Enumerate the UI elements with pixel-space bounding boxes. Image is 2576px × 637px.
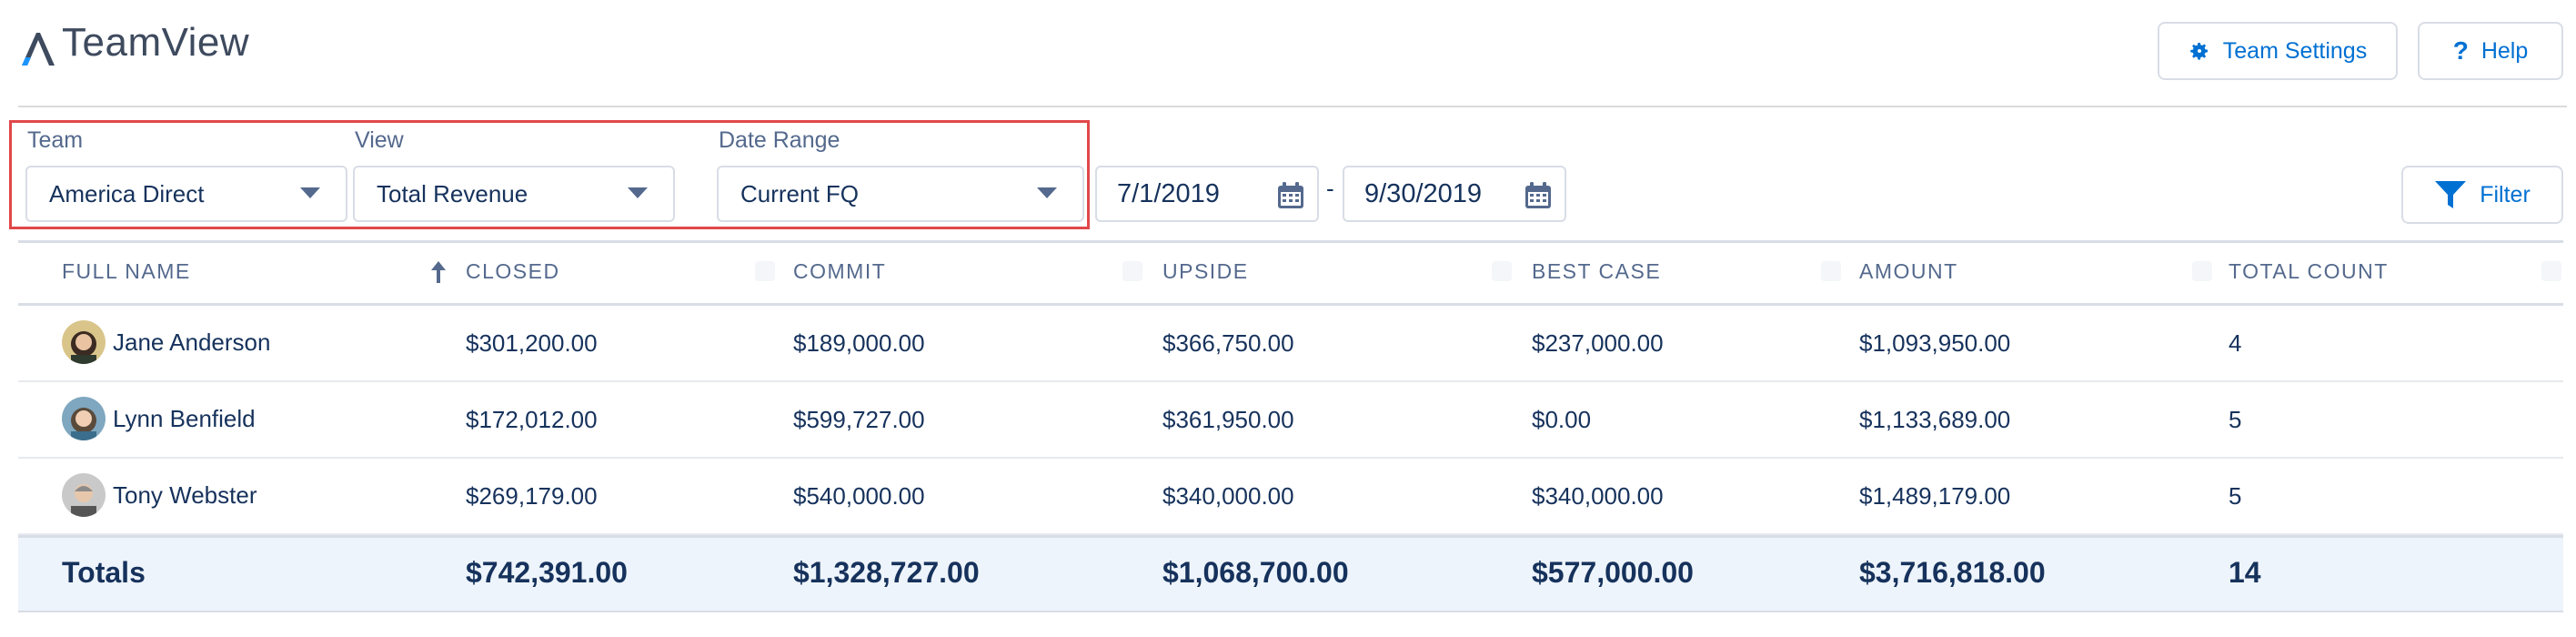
date-range-label: Date Range [719, 127, 840, 153]
commit-cell: $189,000.00 [793, 329, 925, 357]
totals-upside: $1,068,700.00 [1162, 556, 1349, 589]
column-header-commit[interactable]: COMMIT [793, 259, 886, 284]
column-header-amount[interactable]: AMOUNT [1859, 259, 1958, 284]
column-header-upside[interactable]: UPSIDE [1162, 259, 1249, 284]
end-date-value: 9/30/2019 [1364, 178, 1483, 208]
full-name-text: Jane Anderson [113, 328, 271, 356]
totals-label: Totals [62, 556, 146, 589]
calendar-icon[interactable] [1275, 180, 1306, 211]
full-name-text: Tony Webster [113, 480, 257, 509]
filter-label: Filter [2480, 181, 2531, 207]
totals-best-case: $577,000.00 [1532, 556, 1694, 589]
column-resize-handle[interactable] [2541, 261, 2561, 281]
team-settings-button[interactable]: Team Settings [2158, 22, 2398, 80]
column-header-full-name[interactable]: FULL NAME [62, 259, 191, 284]
column-header-total-count[interactable]: TOTAL COUNT [2229, 259, 2389, 284]
date-separator: - [1326, 175, 1334, 202]
totals-row: Totals $742,391.00 $1,328,727.00 $1,068,… [18, 535, 2563, 612]
upside-cell: $361,950.00 [1162, 406, 1294, 433]
start-date-input[interactable]: 7/1/2019 [1095, 166, 1319, 222]
view-select[interactable]: Total Revenue [353, 166, 675, 222]
team-settings-label: Team Settings [2222, 37, 2368, 64]
calendar-icon[interactable] [1523, 180, 1554, 211]
view-select-value: Total Revenue [377, 179, 528, 207]
amount-cell: $1,133,689.00 [1859, 406, 2011, 433]
app-logo-icon [22, 33, 55, 66]
commit-cell: $599,727.00 [793, 406, 925, 433]
commit-cell: $540,000.00 [793, 482, 925, 510]
chevron-down-icon [628, 187, 648, 198]
team-label: Team [27, 127, 84, 153]
app-title: TeamView [62, 20, 250, 65]
header-divider [18, 106, 2567, 107]
team-table: FULL NAME CLOSED COMMIT UPSIDE BEST CASE… [18, 240, 2563, 612]
closed-cell: $172,012.00 [466, 406, 598, 433]
chevron-down-icon [1037, 187, 1057, 198]
upside-cell: $366,750.00 [1162, 329, 1294, 357]
filter-button[interactable]: Filter [2401, 166, 2563, 224]
team-select-value: America Direct [49, 179, 205, 207]
upside-cell: $340,000.00 [1162, 482, 1294, 510]
team-select[interactable]: America Direct [25, 166, 347, 222]
totals-amount: $3,716,818.00 [1859, 556, 2046, 589]
totals-commit: $1,328,727.00 [793, 556, 980, 589]
view-label: View [355, 127, 404, 153]
closed-cell: $269,179.00 [466, 482, 598, 510]
column-resize-handle[interactable] [1122, 261, 1142, 281]
gear-icon [2189, 43, 2208, 60]
avatar [62, 473, 106, 517]
table-row[interactable]: Tony Webster $269,179.00 $540,000.00 $34… [18, 459, 2563, 535]
avatar [62, 320, 106, 364]
chevron-down-icon [300, 187, 320, 198]
help-button[interactable]: ? Help [2418, 22, 2563, 80]
full-name-cell[interactable]: Lynn Benfield [62, 397, 256, 440]
total-count-cell: 4 [2229, 329, 2242, 357]
sort-ascending-icon[interactable] [429, 258, 448, 285]
help-label: Help [2480, 37, 2529, 64]
total-count-cell: 5 [2229, 482, 2242, 510]
totals-closed: $742,391.00 [466, 556, 628, 589]
full-name-text: Lynn Benfield [113, 404, 256, 432]
table-header: FULL NAME CLOSED COMMIT UPSIDE BEST CASE… [18, 240, 2563, 306]
question-icon: ? [2452, 36, 2469, 65]
table-row[interactable]: Jane Anderson $301,200.00 $189,000.00 $3… [18, 306, 2563, 382]
column-resize-handle[interactable] [1821, 261, 1841, 281]
best-case-cell: $237,000.00 [1532, 329, 1664, 357]
full-name-cell[interactable]: Jane Anderson [62, 320, 270, 364]
closed-cell: $301,200.00 [466, 329, 598, 357]
funnel-icon [2435, 181, 2467, 208]
avatar [62, 397, 106, 440]
start-date-value: 7/1/2019 [1117, 178, 1220, 208]
best-case-cell: $340,000.00 [1532, 482, 1664, 510]
amount-cell: $1,093,950.00 [1859, 329, 2011, 357]
date-range-select-value: Current FQ [740, 179, 860, 207]
total-count-cell: 5 [2229, 406, 2242, 433]
column-resize-handle[interactable] [2192, 261, 2212, 281]
end-date-input[interactable]: 9/30/2019 [1343, 166, 1566, 222]
amount-cell: $1,489,179.00 [1859, 482, 2011, 510]
table-row[interactable]: Lynn Benfield $172,012.00 $599,727.00 $3… [18, 382, 2563, 459]
column-resize-handle[interactable] [1492, 261, 1512, 281]
totals-total-count: 14 [2229, 556, 2261, 589]
column-header-best-case[interactable]: BEST CASE [1532, 259, 1661, 284]
full-name-cell[interactable]: Tony Webster [62, 473, 257, 517]
best-case-cell: $0.00 [1532, 406, 1592, 433]
date-range-select[interactable]: Current FQ [717, 166, 1084, 222]
column-header-closed[interactable]: CLOSED [466, 259, 560, 284]
column-resize-handle[interactable] [755, 261, 775, 281]
